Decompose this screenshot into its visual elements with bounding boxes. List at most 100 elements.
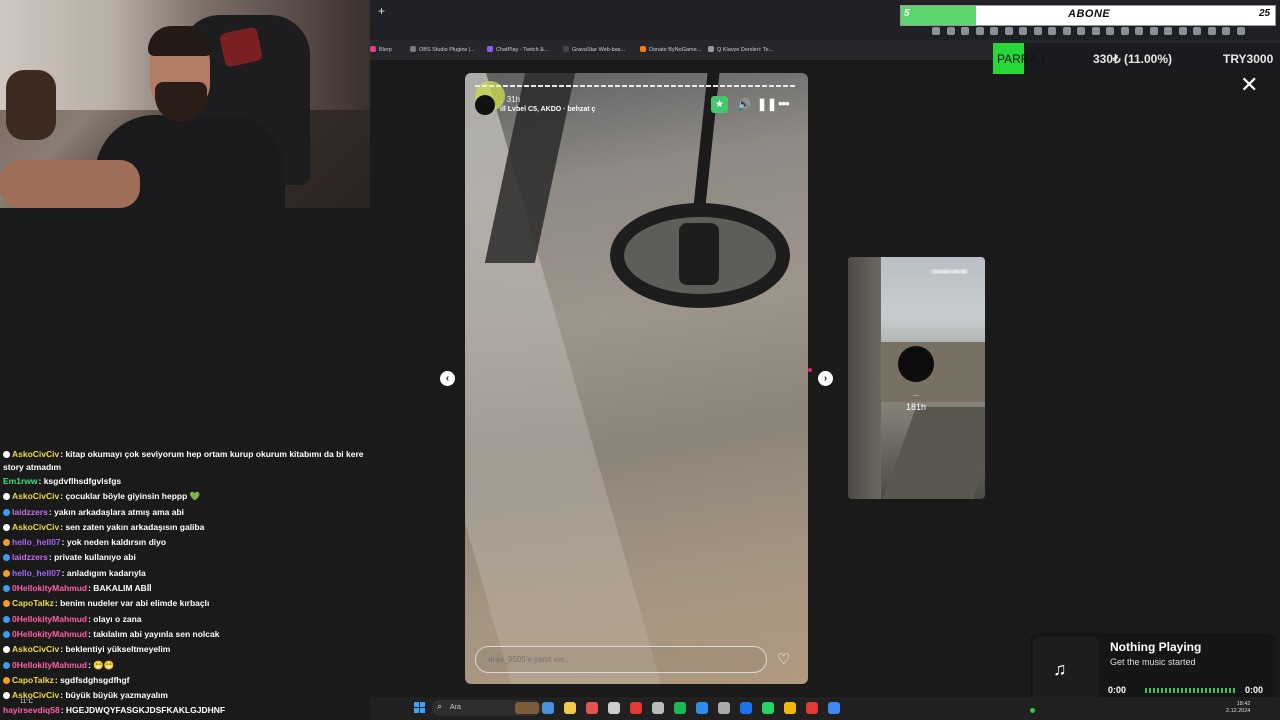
webcam-feed: [0, 0, 370, 208]
story-media[interactable]: [465, 73, 808, 684]
chat-username[interactable]: laidzzers: [12, 552, 48, 562]
extension-icon[interactable]: [946, 27, 955, 35]
extension-icon[interactable]: [1120, 27, 1129, 35]
extension-icon[interactable]: [975, 27, 984, 35]
chat-username[interactable]: AskoCivCiv: [12, 491, 59, 501]
taskbar-app-icon[interactable]: [784, 702, 796, 714]
extension-icon[interactable]: [1178, 27, 1187, 35]
taskbar-app-icon[interactable]: [515, 702, 539, 714]
chat-message: CapoTalkz: benim nudeler var abi elimde …: [0, 596, 370, 611]
chat-message: hello_hell07: anladıgım kadarıyla: [0, 566, 370, 581]
chat-text: : takılalım abi yayınla sen nolcak: [88, 628, 220, 639]
extension-icon[interactable]: [1149, 27, 1158, 35]
new-tab-button[interactable]: +: [378, 4, 385, 18]
chat-username[interactable]: 0HellokityMahmud: [12, 660, 87, 670]
next-story-button[interactable]: ›: [818, 371, 833, 386]
pause-button[interactable]: ❚❚: [757, 97, 777, 111]
music-subtitle: Get the music started: [1110, 657, 1196, 667]
chat-username[interactable]: hayirsevdiq58: [3, 705, 60, 715]
streamer-hair: [148, 26, 212, 56]
webcam-toy: [6, 70, 56, 140]
chat-username[interactable]: 0HellokityMahmud: [12, 583, 87, 593]
chat-username[interactable]: CapoTalkz: [12, 598, 54, 608]
taskbar-app-icon[interactable]: [828, 702, 840, 714]
bookmark-item[interactable]: Donate ByNoGame...: [640, 46, 701, 53]
extension-icon[interactable]: [1193, 27, 1201, 35]
taskbar-app-icon[interactable]: [586, 702, 598, 714]
taskbar-app-icon[interactable]: [564, 702, 576, 714]
bookmark-item[interactable]: OBS Studio Plugins |...: [410, 46, 475, 53]
extension-icon[interactable]: [961, 27, 969, 35]
chat-text: : beklentiyi yükseltmeyelim: [60, 644, 171, 655]
chat-username[interactable]: hello_hell07: [12, 568, 61, 578]
close-viewer-button[interactable]: ✕: [1240, 72, 1258, 98]
extension-icon[interactable]: [1236, 27, 1245, 35]
story-user-line[interactable]: . 31h: [500, 95, 520, 104]
extension-icon[interactable]: [1062, 27, 1071, 35]
taskbar-app-icon[interactable]: [674, 702, 686, 714]
extension-icon[interactable]: [1048, 27, 1056, 35]
bookmark-item[interactable]: Blerp: [370, 46, 392, 53]
chat-username[interactable]: hello_hell07: [12, 537, 61, 547]
extension-icon[interactable]: [1091, 27, 1100, 35]
extension-icon[interactable]: [1222, 27, 1230, 35]
taskbar-app-icon[interactable]: [696, 702, 708, 714]
preview-city: [881, 342, 985, 402]
system-clock[interactable]: 18:42 2.12.2024: [1226, 701, 1250, 715]
extension-icon[interactable]: [1106, 27, 1114, 35]
taskbar-app-icon[interactable]: [718, 702, 730, 714]
extension-icon[interactable]: [1207, 27, 1216, 35]
extension-icon[interactable]: [1135, 27, 1143, 35]
chat-panel: AskoCivCiv: kitap okumayı çok seviyorum …: [0, 446, 370, 719]
extension-icon[interactable]: [932, 27, 940, 35]
chat-username[interactable]: 0HellokityMahmud: [12, 629, 87, 639]
music-elapsed: 0:00: [1108, 685, 1127, 695]
extension-icon[interactable]: [990, 27, 998, 35]
taskbar-app-icon[interactable]: [806, 702, 818, 714]
extension-icon[interactable]: [1019, 27, 1027, 35]
more-options-button[interactable]: •••: [778, 96, 790, 111]
taskbar-app-icon[interactable]: [762, 702, 774, 714]
chat-username[interactable]: AskoCivCiv: [12, 449, 59, 459]
chat-message: AskoCivCiv: büyük büyük yazmayalım: [0, 688, 370, 703]
chat-message: AskoCivCiv: beklentiyi yükseltmeyelim: [0, 642, 370, 657]
chat-username[interactable]: laidzzers: [12, 507, 48, 517]
chat-username[interactable]: Em1rww: [3, 476, 38, 486]
story-music[interactable]: Lvbel C5, AKDO · behzat ç: [508, 106, 596, 113]
chat-badge-icon: [3, 539, 10, 547]
story-reply-input[interactable]: [475, 646, 767, 673]
chat-text: : anladıgım kadarıyla: [61, 567, 146, 578]
extension-icon[interactable]: [1004, 27, 1013, 35]
subscriber-count: 5: [904, 8, 910, 19]
story-avatar[interactable]: [475, 95, 495, 115]
story-username[interactable]: .: [500, 95, 502, 104]
extension-icon[interactable]: [1077, 27, 1085, 35]
chat-username[interactable]: AskoCivCiv: [12, 644, 59, 654]
preview-avatar[interactable]: [898, 346, 934, 382]
extension-icon[interactable]: [1033, 27, 1042, 35]
chat-username[interactable]: CapoTalkz: [12, 675, 54, 685]
taskbar-app-icon[interactable]: [652, 702, 664, 714]
taskbar-app-icon[interactable]: [542, 702, 554, 714]
bookmark-item[interactable]: Q Klavye Dersleri: Te...: [708, 46, 773, 53]
taskbar-app-icon[interactable]: [630, 702, 642, 714]
weather-widget[interactable]: 11°C: [20, 699, 33, 705]
chat-username[interactable]: AskoCivCiv: [12, 522, 59, 532]
bookmark-item[interactable]: ChatPlay - Twitch &...: [487, 46, 548, 53]
mute-button[interactable]: 🔊: [737, 98, 751, 111]
chat-text: : çocuklar böyle giyinsin heppp 💚: [60, 491, 201, 502]
story-music-line[interactable]: ıll Lvbel C5, AKDO · behzat ç: [500, 106, 595, 113]
music-title: Nothing Playing: [1110, 640, 1202, 654]
taskbar-app-icon[interactable]: [740, 702, 752, 714]
chat-text: : yakın arkadaşlara atmış ama abi: [48, 506, 185, 517]
chat-message: hello_hell07: yok neden kaldırsın diyo: [0, 535, 370, 550]
bookmark-item[interactable]: GravaStar Web-bas...: [563, 46, 625, 53]
windows-start-icon[interactable]: [414, 702, 425, 713]
subscriber-goal-label: ABONE: [1068, 8, 1111, 20]
taskbar-app-icon[interactable]: [608, 702, 620, 714]
extension-icon[interactable]: [1164, 27, 1172, 35]
previous-story-button[interactable]: ‹: [440, 371, 455, 386]
chat-username[interactable]: 0HellokityMahmud: [12, 614, 87, 624]
like-heart-button[interactable]: ♡: [777, 650, 790, 668]
subscriber-goal-fill: [901, 6, 976, 25]
